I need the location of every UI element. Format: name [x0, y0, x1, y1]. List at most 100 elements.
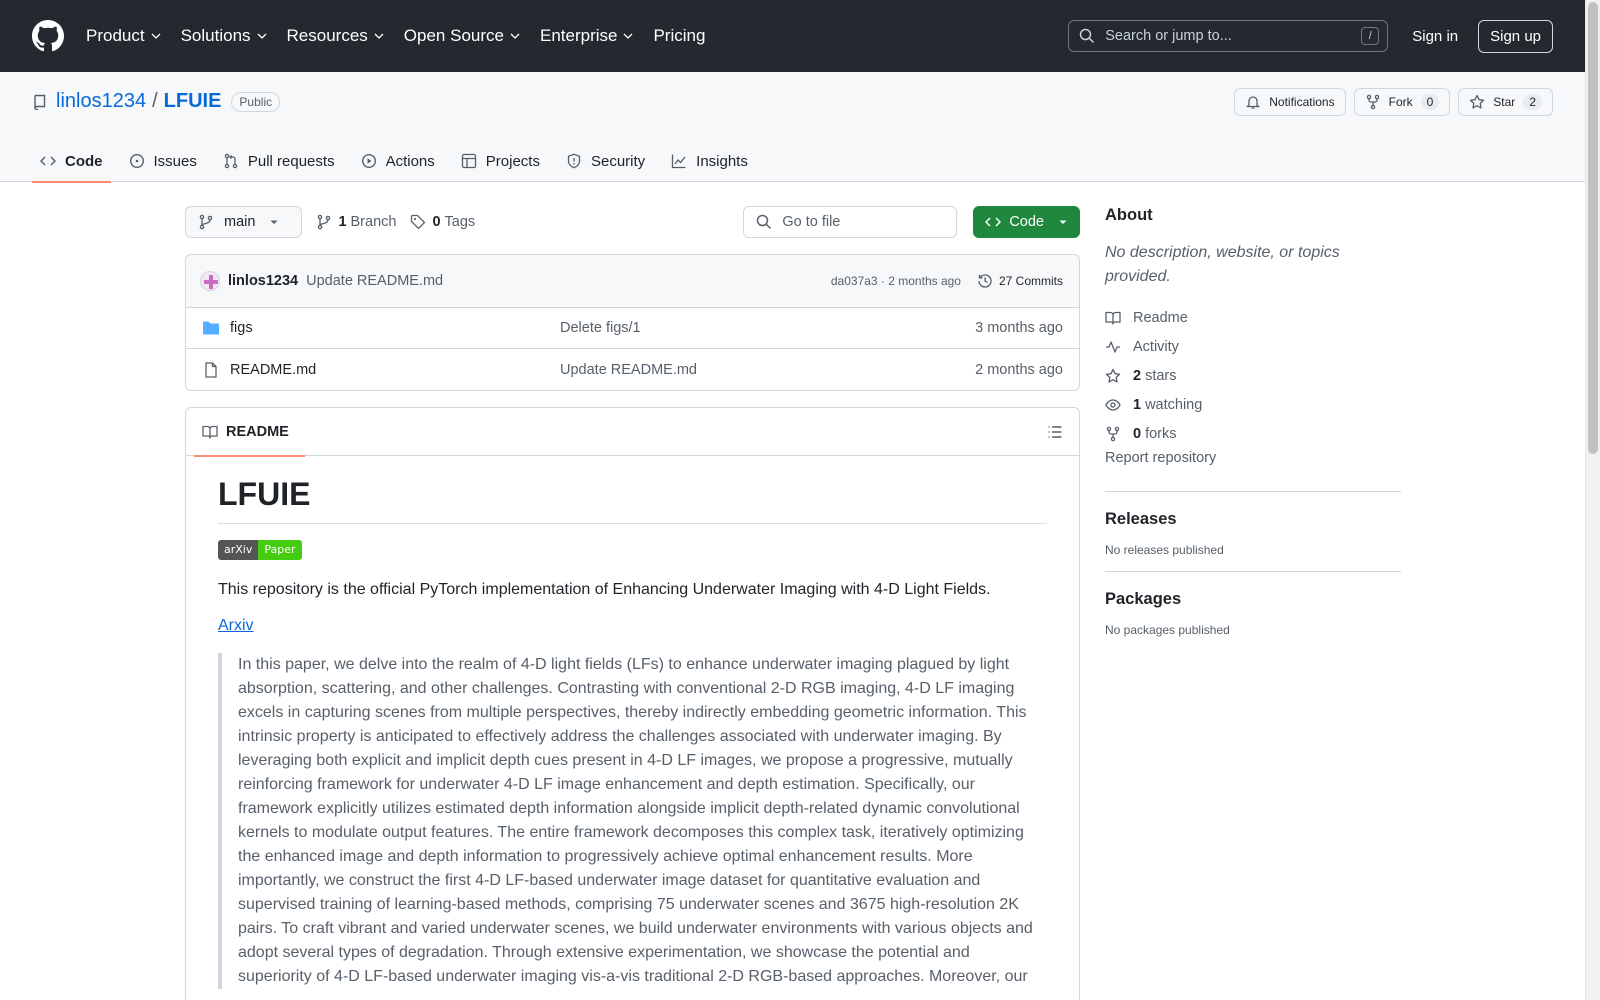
- search-shortcut-key: /: [1361, 27, 1380, 45]
- global-header: Product Solutions Resources Open Source …: [0, 0, 1585, 72]
- repo-owner-link[interactable]: linlos1234: [56, 90, 146, 113]
- search-placeholder: Search or jump to...: [1105, 28, 1232, 44]
- commits-link[interactable]: 27 Commits: [977, 273, 1063, 289]
- branches-link[interactable]: 1 Branch: [316, 214, 396, 230]
- repo-icon: [34, 94, 46, 110]
- avatar[interactable]: [200, 271, 220, 291]
- code-icon: [985, 217, 1002, 227]
- main-content: main 1 Branch 0 Tags Go to file Code lin…: [185, 206, 1080, 1000]
- tab-label: Issues: [153, 152, 197, 170]
- divider: [1105, 491, 1401, 492]
- tab-pull-requests[interactable]: Pull requests: [215, 140, 343, 182]
- repo-name-link[interactable]: LFUIE: [164, 90, 222, 113]
- activity-link[interactable]: Activity: [1105, 332, 1401, 361]
- nav-resources[interactable]: Resources: [287, 26, 384, 46]
- folder-icon: [203, 321, 219, 335]
- top-nav: Product Solutions Resources Open Source …: [86, 26, 725, 46]
- scrollbar-thumb[interactable]: [1588, 2, 1598, 454]
- tab-security[interactable]: Security: [558, 140, 653, 182]
- nav-open-source[interactable]: Open Source: [404, 26, 520, 46]
- issue-icon: [129, 153, 144, 169]
- play-circle-icon: [361, 153, 376, 169]
- arxiv-paper-badge[interactable]: arXiv Paper: [218, 540, 302, 560]
- sign-up-button[interactable]: Sign up: [1478, 19, 1553, 53]
- stars-label: stars: [1145, 367, 1177, 384]
- sign-in-link[interactable]: Sign in: [1412, 28, 1458, 45]
- commits-count: 27 Commits: [998, 274, 1063, 288]
- tab-issues[interactable]: Issues: [121, 140, 205, 182]
- star-icon: [1470, 94, 1485, 109]
- file-age: 3 months ago: [975, 320, 1063, 336]
- tab-insights[interactable]: Insights: [663, 140, 756, 182]
- commit-message[interactable]: Update README.md: [306, 273, 443, 289]
- nav-pricing[interactable]: Pricing: [653, 26, 705, 46]
- releases-empty: No releases published: [1105, 543, 1224, 557]
- forks-link[interactable]: 0 forks: [1105, 419, 1401, 448]
- code-icon: [40, 156, 56, 166]
- repo-separator: /: [152, 90, 158, 112]
- file-commit-message[interactable]: Update README.md: [560, 362, 697, 378]
- file-commit-message[interactable]: Delete figs/1: [560, 320, 641, 336]
- tab-code[interactable]: Code: [32, 140, 111, 183]
- readme-header: README: [186, 408, 1079, 457]
- star-button[interactable]: Star 2: [1458, 88, 1553, 116]
- fork-button[interactable]: Fork 0: [1353, 88, 1451, 116]
- caret-down-icon: [270, 220, 278, 224]
- branch-name: main: [224, 214, 256, 230]
- nav-label: Resources: [286, 26, 368, 45]
- notifications-button[interactable]: Notifications: [1234, 88, 1346, 116]
- arxiv-link[interactable]: Arxiv: [218, 617, 254, 635]
- header-actions: Search or jump to... / Sign in Sign up: [1068, 19, 1553, 53]
- search-icon: [1080, 28, 1095, 44]
- stars-link[interactable]: 2 stars: [1105, 361, 1401, 390]
- report-repository-link[interactable]: Report repository: [1105, 450, 1401, 477]
- tab-projects[interactable]: Projects: [453, 140, 548, 182]
- badge-right-label: Paper: [258, 540, 302, 560]
- divider: [1105, 571, 1401, 572]
- tab-label: Pull requests: [247, 152, 335, 170]
- packages-heading[interactable]: Packages: [1105, 590, 1401, 609]
- shield-icon: [567, 153, 581, 169]
- branch-icon: [318, 214, 331, 230]
- go-to-file-input[interactable]: Go to file: [743, 206, 958, 238]
- history-icon: [978, 274, 992, 288]
- nav-label: Pricing: [653, 26, 706, 45]
- nav-label: Enterprise: [539, 26, 618, 45]
- tab-actions[interactable]: Actions: [353, 140, 443, 182]
- tag-count: 0: [432, 214, 441, 230]
- branch-selector[interactable]: main: [185, 206, 303, 238]
- watching-link[interactable]: 1 watching: [1105, 390, 1401, 419]
- latest-commit-row: linlos1234 Update README.md da037a3 · 2 …: [186, 255, 1079, 308]
- repo-tabs: Code Issues Pull requests Actions Projec…: [32, 140, 766, 183]
- tags-link[interactable]: 0 Tags: [410, 214, 475, 230]
- code-button-label: Code: [1009, 214, 1044, 230]
- list-outline-icon[interactable]: [1047, 424, 1063, 440]
- visibility-badge: Public: [231, 91, 281, 112]
- star-label: Star: [1493, 95, 1516, 109]
- nav-product[interactable]: Product: [86, 26, 161, 46]
- fork-counter: 0: [1420, 94, 1440, 110]
- bell-icon: [1246, 96, 1261, 109]
- chevron-down-icon: [257, 33, 266, 39]
- file-name[interactable]: README.md: [230, 362, 560, 378]
- readme-title: LFUIE: [218, 476, 1047, 524]
- search-input[interactable]: Search or jump to... /: [1068, 20, 1389, 52]
- file-row[interactable]: README.md Update README.md 2 months ago: [186, 349, 1079, 390]
- file-name[interactable]: figs: [230, 320, 560, 336]
- code-dropdown-button[interactable]: Code: [973, 206, 1080, 238]
- github-logo-icon[interactable]: [32, 20, 64, 52]
- releases-heading[interactable]: Releases: [1105, 510, 1401, 529]
- commit-hash-time[interactable]: da037a3 · 2 months ago: [831, 274, 961, 288]
- file-toolbar: main 1 Branch 0 Tags Go to file Code: [185, 206, 1080, 238]
- nav-solutions[interactable]: Solutions: [181, 26, 267, 46]
- readme-tab[interactable]: README: [194, 408, 305, 457]
- stars-count: 2: [1133, 367, 1142, 384]
- page-scrollbar[interactable]: [1585, 0, 1600, 1000]
- repo-title: linlos1234 / LFUIE Public: [32, 90, 281, 113]
- readme-link[interactable]: Readme: [1105, 303, 1401, 332]
- commit-author[interactable]: linlos1234: [228, 273, 298, 289]
- badge-left-label: arXiv: [218, 540, 259, 560]
- file-row[interactable]: figs Delete figs/1 3 months ago: [186, 308, 1079, 349]
- chevron-down-icon: [624, 33, 633, 39]
- nav-enterprise[interactable]: Enterprise: [540, 26, 633, 46]
